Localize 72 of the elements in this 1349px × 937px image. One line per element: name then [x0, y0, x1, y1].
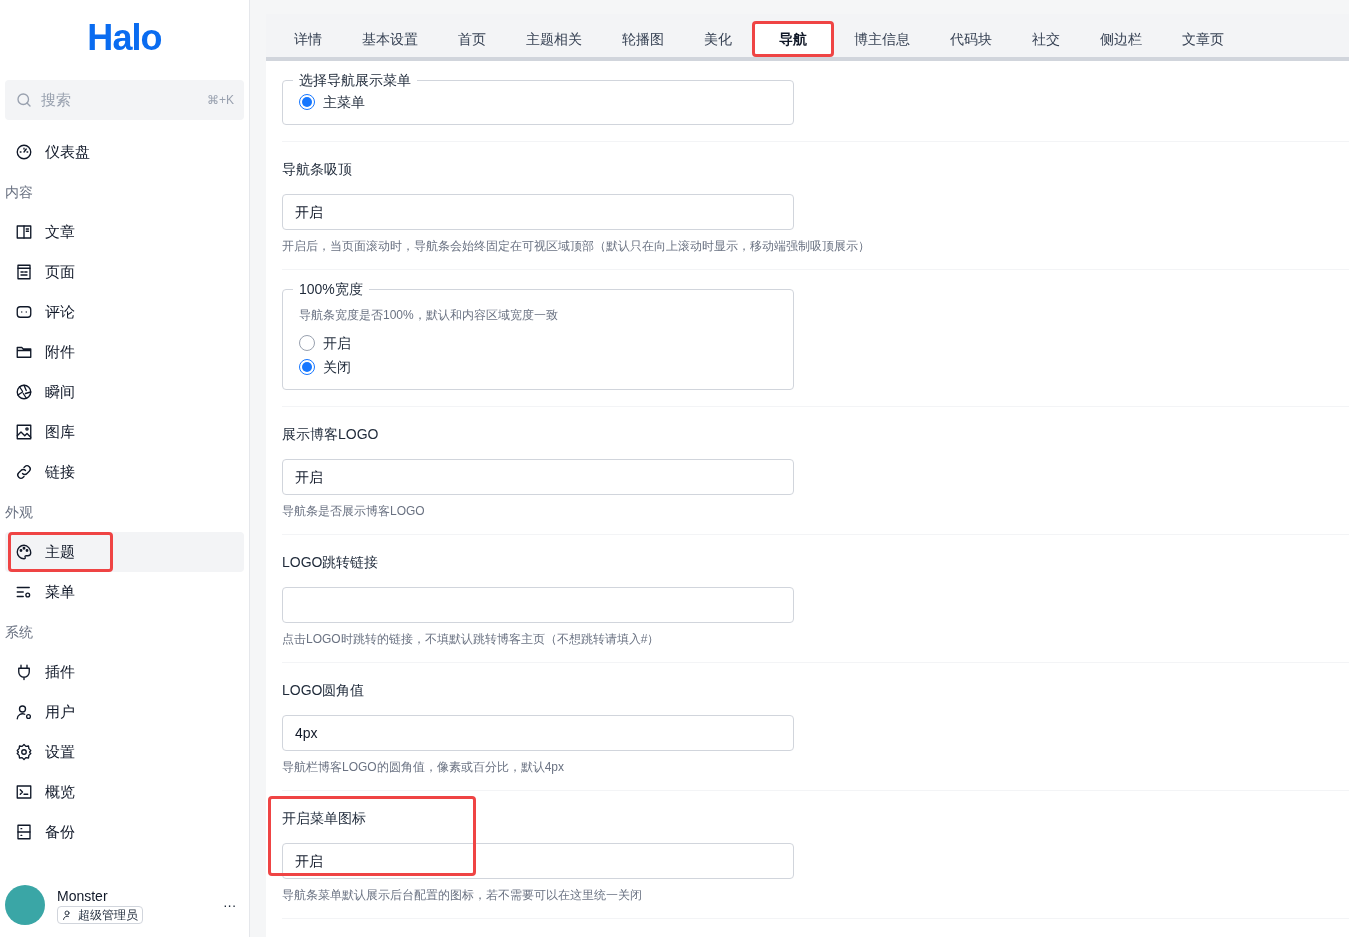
group-legend: 100%宽度 — [293, 279, 369, 299]
nav-item[interactable]: 用户 — [5, 692, 244, 732]
group-legend: 选择导航展示菜单 — [293, 70, 417, 90]
help-text: 导航条是否展示博客LOGO — [282, 503, 426, 519]
tab[interactable]: 基本设置 — [342, 21, 438, 57]
group-title: 内容 — [5, 183, 34, 202]
nav-item[interactable]: 瞬间 — [5, 372, 244, 412]
nav-item[interactable]: 插件 — [5, 652, 244, 692]
tab[interactable]: 侧边栏 — [1080, 21, 1162, 57]
group-title: 系统 — [5, 623, 34, 642]
select-field[interactable]: 开启 — [282, 459, 794, 495]
aperture-icon — [15, 383, 33, 401]
help-text: 导航栏博客LOGO的圆角值，像素或百分比，默认4px — [282, 759, 566, 775]
search-icon — [15, 91, 33, 109]
tab[interactable]: 导航 — [752, 21, 834, 57]
link-icon — [15, 463, 33, 481]
select-field[interactable]: 开启 — [282, 843, 794, 879]
input-field[interactable] — [282, 587, 794, 623]
tab[interactable]: 博主信息 — [834, 21, 930, 57]
radio-label: 关闭 — [323, 358, 351, 377]
search-placeholder: 搜索 — [41, 89, 72, 110]
group-description: 导航条宽度是否100%，默认和内容区域宽度一致 — [299, 307, 559, 323]
more-button[interactable]: ··· — [223, 895, 236, 915]
nav-item[interactable]: 页面 — [5, 252, 244, 292]
terminal-icon — [15, 783, 33, 801]
tab[interactable]: 首页 — [438, 21, 506, 57]
nav-item[interactable]: 文章 — [5, 212, 244, 252]
field-label: LOGO跳转链接 — [282, 553, 380, 572]
nav-item[interactable]: 评论 — [5, 292, 244, 332]
nav-item[interactable]: 附件 — [5, 332, 244, 372]
post-icon — [15, 223, 33, 241]
nav-item[interactable]: 图库 — [5, 412, 244, 452]
help-text: 导航条菜单默认展示后台配置的图标，若不需要可以在这里统一关闭 — [282, 887, 643, 903]
select-field[interactable]: 开启 — [282, 194, 794, 230]
radio-label: 开启 — [323, 334, 351, 353]
settings-icon — [15, 743, 33, 761]
comment-icon — [15, 303, 33, 321]
nav-item[interactable]: 仪表盘 — [5, 132, 244, 172]
avatar[interactable] — [5, 885, 45, 925]
field-label: 开启菜单图标 — [282, 809, 367, 828]
tab[interactable]: 主题相关 — [506, 21, 602, 57]
shortcut-hint: ⌘+K — [207, 92, 234, 108]
input-field[interactable]: 4px — [282, 715, 794, 751]
nav-item[interactable]: 菜单 — [5, 572, 244, 612]
user-icon — [15, 703, 33, 721]
halo-logo[interactable]: Halo — [87, 16, 162, 60]
palette-icon — [15, 543, 33, 561]
nav-item[interactable]: 主题 — [5, 532, 244, 572]
image-icon — [15, 423, 33, 441]
field-label: 展示博客LOGO — [282, 425, 380, 444]
server-icon — [15, 823, 33, 841]
tab[interactable]: 美化 — [684, 21, 752, 57]
tab[interactable]: 轮播图 — [602, 21, 684, 57]
field-label: 导航条吸顶 — [282, 160, 353, 179]
plug-icon — [15, 663, 33, 681]
tab[interactable]: 文章页 — [1162, 21, 1244, 57]
radio-label: 主菜单 — [323, 93, 365, 112]
group-title: 外观 — [5, 503, 34, 522]
tab[interactable]: 社交 — [1012, 21, 1080, 57]
nav-item[interactable]: 链接 — [5, 452, 244, 492]
page-icon — [15, 263, 33, 281]
field-label: LOGO圆角值 — [282, 681, 366, 700]
user-name: Monster — [57, 887, 109, 906]
help-text: 开启后，当页面滚动时，导航条会始终固定在可视区域顶部（默认只在向上滚动时显示，移动端强制吸顶展示） — [282, 238, 871, 254]
dashboard-icon — [15, 143, 33, 161]
help-text: 点击LOGO时跳转的链接，不填默认跳转博客主页（不想跳转请填入#） — [282, 631, 661, 647]
nav-item[interactable]: 概览 — [5, 772, 244, 812]
nav-item[interactable]: 设置 — [5, 732, 244, 772]
tab[interactable]: 代码块 — [930, 21, 1012, 57]
nav-item[interactable]: 备份 — [5, 812, 244, 852]
tab[interactable]: 详情 — [274, 21, 342, 57]
role-badge: 超级管理员 — [57, 906, 143, 924]
